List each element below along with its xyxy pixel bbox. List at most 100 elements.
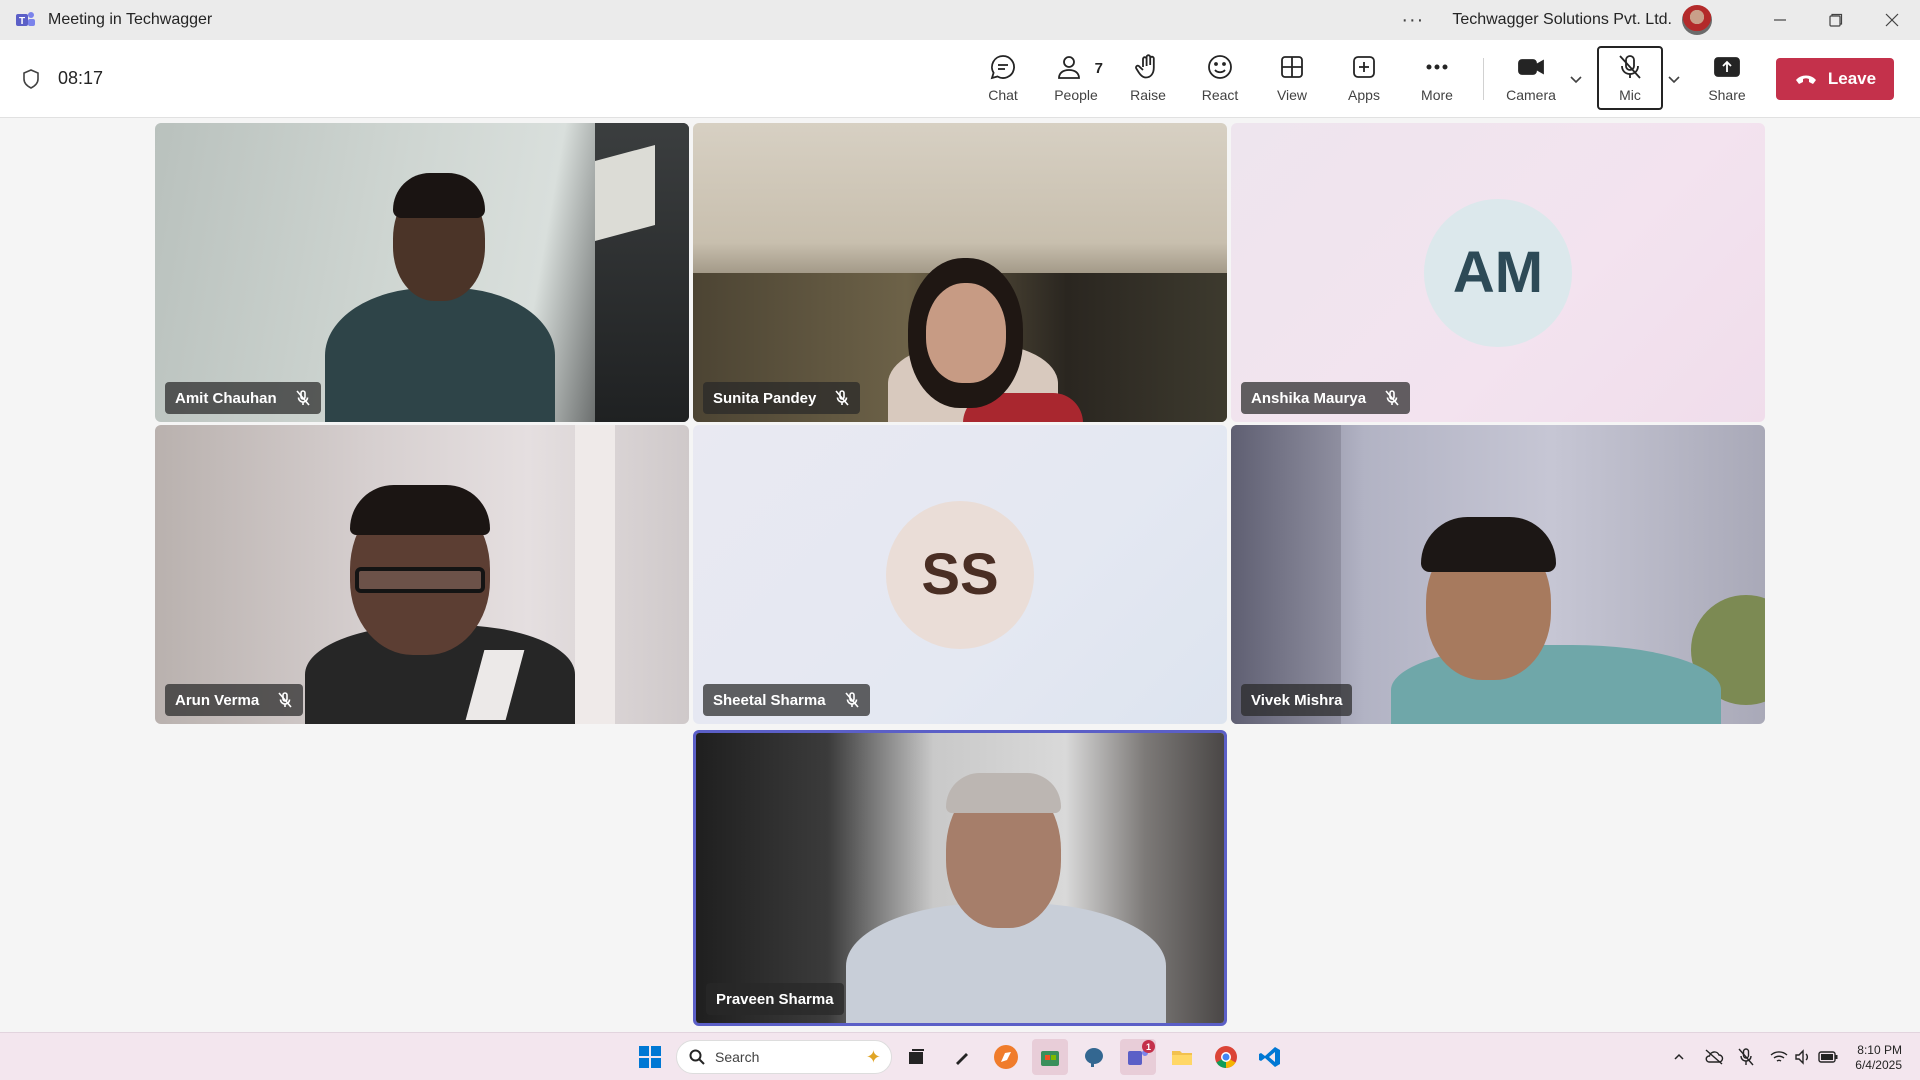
camera-button[interactable]: Camera bbox=[1498, 46, 1564, 110]
raise-label: Raise bbox=[1130, 87, 1166, 103]
store-app-button[interactable] bbox=[1032, 1039, 1068, 1075]
title-bar: T Meeting in Techwagger ··· Techwagger S… bbox=[0, 0, 1920, 40]
battery-icon bbox=[1818, 1051, 1838, 1063]
mic-button[interactable]: Mic bbox=[1597, 46, 1663, 110]
meeting-timer: 08:17 bbox=[58, 68, 104, 88]
view-label: View bbox=[1276, 87, 1308, 103]
chrome-icon bbox=[1215, 1046, 1237, 1068]
mic-muted-tray[interactable] bbox=[1738, 1047, 1754, 1067]
more-button[interactable]: More bbox=[1404, 46, 1470, 110]
onedrive-tray[interactable] bbox=[1704, 1047, 1724, 1067]
mic-off-icon bbox=[1738, 1048, 1754, 1066]
teams-app-button[interactable]: 1 bbox=[1120, 1039, 1156, 1075]
mic-off-icon bbox=[277, 692, 293, 708]
organization-name[interactable]: Techwagger Solutions Pvt. Ltd. bbox=[1452, 11, 1672, 29]
network-tray[interactable] bbox=[1770, 1047, 1788, 1067]
clock-time: 8:10 PM bbox=[1857, 1043, 1902, 1057]
toolbar-divider bbox=[1483, 58, 1484, 100]
participant-tile[interactable]: AM Anshika Maurya bbox=[1231, 123, 1765, 422]
elephant-icon bbox=[1085, 1048, 1103, 1067]
leave-label: Leave bbox=[1827, 69, 1877, 88]
windows-taskbar: Search ✦ 1 8:10 PM 6/4/2025 bbox=[0, 1032, 1920, 1080]
mic-off-icon bbox=[1619, 55, 1641, 79]
volume-tray[interactable] bbox=[1794, 1047, 1812, 1067]
account-avatar[interactable] bbox=[1682, 5, 1712, 35]
participant-video bbox=[696, 733, 1224, 1023]
apps-label: Apps bbox=[1348, 87, 1380, 103]
task-view-button[interactable] bbox=[898, 1039, 934, 1075]
start-button[interactable] bbox=[632, 1039, 668, 1075]
svg-text:T: T bbox=[19, 16, 25, 27]
share-button[interactable]: Share bbox=[1694, 46, 1760, 110]
chevron-down-icon bbox=[1668, 76, 1680, 84]
participant-name: Sheetal Sharma bbox=[713, 691, 826, 709]
file-explorer-button[interactable] bbox=[1164, 1039, 1200, 1075]
sparkle-icon: ✦ bbox=[865, 1046, 881, 1067]
participant-video bbox=[693, 123, 1227, 422]
close-button[interactable] bbox=[1864, 0, 1920, 40]
participant-tile-active-speaker[interactable]: Praveen Sharma bbox=[693, 730, 1227, 1026]
chrome-button[interactable] bbox=[1208, 1039, 1244, 1075]
window-title: Meeting in Techwagger bbox=[48, 11, 213, 28]
vscode-button[interactable] bbox=[1252, 1039, 1288, 1075]
participant-tile[interactable]: Amit Chauhan bbox=[155, 123, 689, 422]
notification-badge: 1 bbox=[1142, 1040, 1155, 1053]
restore-icon bbox=[1829, 13, 1843, 27]
taskbar-search[interactable]: Search ✦ bbox=[676, 1040, 892, 1074]
raise-hand-button[interactable]: Raise bbox=[1115, 46, 1181, 110]
pen-app-button[interactable] bbox=[944, 1039, 980, 1075]
participant-video bbox=[1231, 425, 1765, 724]
restore-button[interactable] bbox=[1808, 0, 1864, 40]
participant-tile[interactable]: Sunita Pandey bbox=[693, 123, 1227, 422]
participant-name-tag: Amit Chauhan bbox=[165, 382, 321, 414]
participant-name-tag: Praveen Sharma bbox=[706, 983, 844, 1015]
battery-tray[interactable] bbox=[1818, 1047, 1838, 1067]
pen-icon bbox=[956, 1053, 968, 1065]
hang-up-icon bbox=[1795, 75, 1816, 84]
leave-button[interactable]: Leave bbox=[1776, 58, 1894, 100]
ellipsis-icon bbox=[1426, 64, 1448, 70]
browser-app-button[interactable] bbox=[988, 1039, 1024, 1075]
minimize-button[interactable] bbox=[1752, 0, 1808, 40]
folder-icon bbox=[1172, 1051, 1192, 1065]
participant-tile[interactable]: Vivek Mishra bbox=[1231, 425, 1765, 724]
react-label: React bbox=[1201, 87, 1239, 103]
apps-button[interactable]: Apps bbox=[1331, 46, 1397, 110]
participant-tile[interactable]: Arun Verma bbox=[155, 425, 689, 724]
chat-button[interactable]: Chat bbox=[970, 46, 1036, 110]
database-app-button[interactable] bbox=[1076, 1039, 1112, 1075]
people-button[interactable]: 7 People bbox=[1043, 46, 1109, 110]
tray-overflow-chevron[interactable] bbox=[1672, 1047, 1686, 1067]
mic-options-chevron[interactable] bbox=[1665, 70, 1683, 88]
react-button[interactable]: React bbox=[1187, 46, 1253, 110]
orange-compass-icon bbox=[994, 1045, 1018, 1069]
camera-options-chevron[interactable] bbox=[1567, 70, 1585, 88]
chat-icon bbox=[990, 55, 1015, 80]
participant-name-tag: Sheetal Sharma bbox=[703, 684, 870, 716]
ellipsis-icon[interactable]: ··· bbox=[1401, 9, 1424, 32]
add-app-icon bbox=[1353, 56, 1375, 78]
participant-tile[interactable]: SS Sheetal Sharma bbox=[693, 425, 1227, 724]
mic-off-icon bbox=[834, 390, 850, 406]
participant-name-tag: Sunita Pandey bbox=[703, 382, 861, 414]
share-label: Share bbox=[1708, 87, 1746, 103]
minimize-icon bbox=[1774, 19, 1786, 21]
participant-name: Praveen Sharma bbox=[716, 990, 834, 1008]
mic-off-icon bbox=[1384, 390, 1400, 406]
participant-video bbox=[155, 123, 689, 422]
system-clock[interactable]: 8:10 PM 6/4/2025 bbox=[1846, 1043, 1902, 1073]
video-camera-icon bbox=[1518, 59, 1544, 75]
people-count: 7 bbox=[1094, 60, 1103, 77]
grid-view-icon bbox=[1281, 56, 1303, 78]
more-label: More bbox=[1421, 87, 1453, 103]
hand-icon bbox=[1135, 54, 1155, 79]
participant-name: Anshika Maurya bbox=[1251, 389, 1367, 407]
view-button[interactable]: View bbox=[1259, 46, 1325, 110]
chat-label: Chat bbox=[988, 87, 1018, 103]
people-icon bbox=[1058, 56, 1080, 79]
smiley-icon bbox=[1208, 55, 1232, 79]
windows-logo-icon bbox=[639, 1046, 661, 1068]
participant-avatar: SS bbox=[886, 500, 1034, 649]
share-screen-icon bbox=[1714, 57, 1740, 77]
wifi-icon bbox=[1770, 1051, 1788, 1062]
